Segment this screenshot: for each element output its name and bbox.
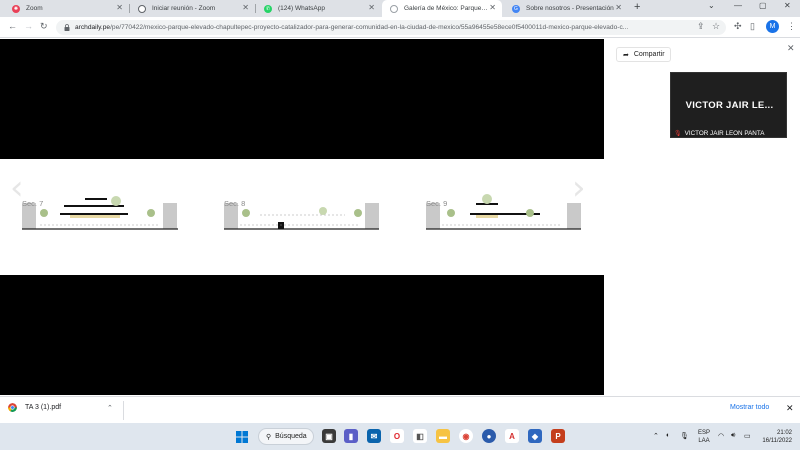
- lock-icon: [64, 24, 70, 31]
- url-text: archdaily.pe/pe/770422/mexico-parque-ele…: [75, 24, 695, 31]
- share-button[interactable]: ➦ Compartir: [616, 47, 671, 62]
- share-arrow-icon: ➦: [623, 51, 629, 59]
- file-explorer-icon[interactable]: ▬: [436, 429, 450, 443]
- section-7-drawing: [22, 196, 178, 230]
- taskbar-search[interactable]: ⚲ Búsqueda: [258, 428, 314, 445]
- menu-kebab-icon[interactable]: ⋮: [787, 21, 796, 32]
- tab-search-icon[interactable]: ⌄: [708, 1, 715, 10]
- volume-icon[interactable]: 🔊︎: [731, 432, 735, 440]
- extensions-icon[interactable]: ✣: [734, 21, 742, 32]
- close-panel-icon[interactable]: ✕: [787, 43, 795, 54]
- share-page-icon[interactable]: ⇪: [697, 21, 705, 32]
- app-icon[interactable]: ◆: [528, 429, 542, 443]
- tab-strip: ✺ Zoom ✕ Iniciar reunión - Zoom ✕ ✆ (124…: [0, 0, 800, 17]
- close-icon[interactable]: ✕: [615, 3, 622, 12]
- store-icon[interactable]: ◧: [413, 429, 427, 443]
- section-label: Sec. 9: [426, 199, 448, 208]
- task-view-icon[interactable]: ▣: [322, 429, 336, 443]
- url-host: archdaily.pe: [75, 24, 111, 31]
- whatsapp-icon: ✆: [264, 4, 272, 13]
- url-path: /pe/770422/mexico-parque-elevado-chapult…: [110, 24, 629, 31]
- section-drawings: [22, 194, 581, 230]
- download-item[interactable]: TA 3 (1).pdf: [8, 403, 61, 412]
- back-icon[interactable]: ←: [8, 21, 17, 31]
- section-8-drawing: [224, 203, 379, 230]
- windows-taskbar: ⚲ Búsqueda ▣ ▮ ✉ O ◧ ▬ ◉ ● A ◆ P ⌃ ◐ 🎙 E…: [0, 423, 800, 450]
- close-icon[interactable]: ✕: [368, 3, 375, 12]
- tab-title: Iniciar reunión - Zoom: [152, 5, 216, 12]
- opera-icon[interactable]: O: [390, 429, 404, 443]
- forward-icon[interactable]: →: [24, 21, 33, 31]
- chrome-pdf-icon: [8, 403, 17, 412]
- show-all-link[interactable]: Mostrar todo: [730, 404, 769, 411]
- close-icon[interactable]: ✕: [242, 3, 249, 12]
- clock-date: 16/11/2022: [762, 438, 792, 444]
- windows-start-icon[interactable]: [236, 431, 248, 443]
- system-clock[interactable]: 21:02 16/11/2022: [760, 429, 792, 445]
- close-icon[interactable]: ✕: [786, 403, 794, 414]
- next-image-arrow[interactable]: ›: [572, 168, 586, 208]
- tab-galeria-mexico[interactable]: Galería de México: Parque Elevad ✕: [382, 0, 502, 17]
- muted-mic-icon: 🎙: [674, 131, 682, 137]
- mail-icon[interactable]: ✉: [367, 429, 381, 443]
- search-icon: ⚲: [266, 433, 272, 441]
- acrobat-icon[interactable]: A: [505, 429, 519, 443]
- new-tab-button[interactable]: +: [634, 1, 640, 13]
- microphone-icon[interactable]: 🎙: [680, 432, 689, 440]
- keyboard-layout: LAA: [698, 438, 710, 444]
- chrome-icon[interactable]: ◉: [459, 429, 473, 443]
- teams-chat-icon[interactable]: ▮: [344, 429, 358, 443]
- download-bar: TA 3 (1).pdf ⌃ Mostrar todo ✕: [0, 396, 800, 423]
- tab-title: Zoom: [26, 5, 43, 12]
- window-close-icon[interactable]: ✕: [784, 1, 791, 10]
- maximize-icon[interactable]: ▢: [759, 1, 767, 10]
- language-code: ESP: [698, 430, 711, 436]
- clock-time: 21:02: [776, 430, 792, 436]
- tab-title: Sobre nosotros - Presentación: [526, 5, 614, 12]
- tab-title: (124) WhatsApp: [278, 5, 325, 12]
- powerpoint-icon[interactable]: P: [551, 429, 565, 443]
- section-9-drawing: [426, 194, 581, 230]
- download-filename: TA 3 (1).pdf: [25, 404, 62, 411]
- side-panel-icon[interactable]: ▯: [750, 21, 755, 32]
- bookmark-star-icon[interactable]: ☆: [712, 21, 720, 32]
- zoom-icon: ✺: [12, 4, 20, 13]
- browser-toolbar: ← → ↻ archdaily.pe/pe/770422/mexico-parq…: [0, 17, 800, 38]
- gallery-viewer: [0, 39, 604, 395]
- minimize-icon[interactable]: —: [734, 1, 742, 10]
- close-icon[interactable]: ✕: [489, 3, 496, 12]
- tab-iniciar-reunion[interactable]: Iniciar reunión - Zoom ✕: [130, 0, 255, 17]
- tab-title: Galería de México: Parque Elevad: [404, 5, 502, 12]
- divider: [123, 401, 124, 420]
- participant-label: 🎙 VICTOR JAIR LEON PANTA: [674, 130, 764, 137]
- section-label: Sec. 8: [224, 199, 246, 208]
- chevron-up-icon[interactable]: ⌃: [653, 432, 659, 440]
- tab-sobre-nosotros[interactable]: G Sobre nosotros - Presentación ✕: [504, 0, 628, 17]
- tray-app-icon[interactable]: ◐: [666, 432, 670, 439]
- archdaily-icon: [390, 4, 398, 13]
- globe-icon: [138, 4, 146, 13]
- wifi-icon[interactable]: ◠: [718, 432, 724, 440]
- tab-zoom[interactable]: ✺ Zoom ✕: [4, 0, 129, 17]
- previous-image-arrow[interactable]: ‹: [10, 168, 24, 208]
- participant-name: VICTOR JAIR LE...: [685, 100, 774, 111]
- close-icon[interactable]: ✕: [116, 3, 123, 12]
- google-icon: G: [512, 4, 520, 13]
- participant-full-name: VICTOR JAIR LEON PANTA: [684, 130, 765, 137]
- chevron-up-icon[interactable]: ⌃: [107, 404, 113, 412]
- tab-whatsapp[interactable]: ✆ (124) WhatsApp ✕: [256, 0, 381, 17]
- address-bar[interactable]: archdaily.pe/pe/770422/mexico-parque-ele…: [56, 20, 726, 35]
- battery-icon[interactable]: ▭: [744, 432, 751, 440]
- section-label: Sec. 7: [22, 199, 44, 208]
- profile-avatar[interactable]: M: [766, 20, 779, 33]
- search-label: Búsqueda: [275, 433, 307, 440]
- zoom-video-tile[interactable]: VICTOR JAIR LE... 🎙 VICTOR JAIR LEON PAN…: [670, 72, 787, 138]
- language-indicator[interactable]: ESP LAA: [698, 429, 710, 445]
- share-label: Compartir: [633, 51, 665, 58]
- zoom-icon[interactable]: ●: [482, 429, 496, 443]
- reload-icon[interactable]: ↻: [40, 21, 48, 32]
- gallery-image: [0, 159, 604, 275]
